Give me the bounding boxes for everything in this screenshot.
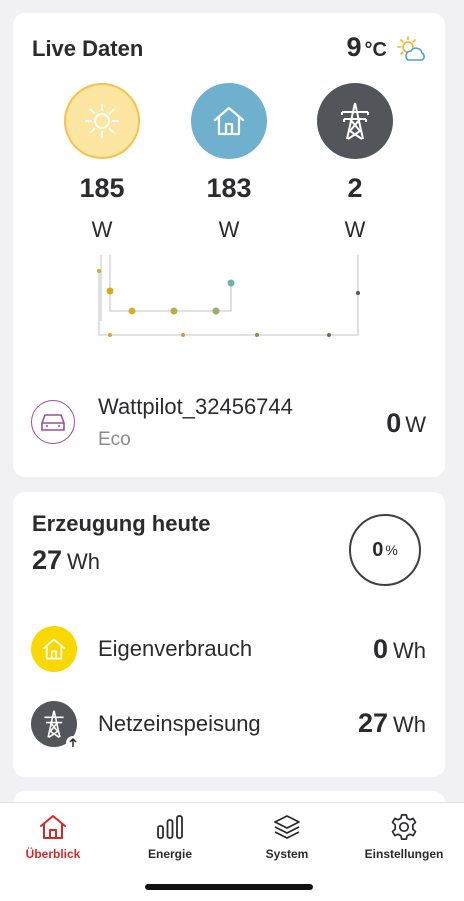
live-data-title: Live Daten — [32, 36, 144, 61]
live-data-card: Live Daten 9 °C 185 W 183 W 2 W Wattpilo… — [13, 13, 445, 477]
temperature-value: 9 — [346, 32, 362, 62]
temperature-readout: 9 °C — [347, 32, 387, 63]
flow-dot — [106, 287, 114, 295]
wattpilot-power: 0W — [386, 408, 426, 439]
nav-settings[interactable]: Einstellungen — [346, 813, 462, 861]
nav-settings-label: Einstellungen — [364, 847, 444, 861]
grid-feed-in-number: 27 — [357, 708, 388, 738]
production-total: 27 Wh — [32, 545, 100, 576]
nav-energy[interactable]: Energie — [112, 813, 228, 861]
self-consumption-label: Eigenverbrauch — [98, 636, 253, 661]
production-total-value: 27 — [32, 545, 63, 575]
bar-chart-icon — [157, 815, 183, 839]
grid-power-value: 2 — [347, 173, 363, 203]
production-title: Erzeugung heute — [32, 511, 211, 536]
nav-system[interactable]: System — [229, 813, 345, 861]
grid-feed-in-label: Netzeinspeisung — [98, 711, 261, 736]
self-consumption-value: 0 Wh — [373, 634, 426, 665]
home-consumption-circle[interactable] — [191, 83, 267, 159]
flow-dot — [212, 307, 220, 315]
self-consumption-unit: Wh — [393, 638, 426, 663]
grid-circle[interactable] — [317, 83, 393, 159]
flow-dot — [97, 269, 101, 273]
self-consumption-percent-ring: 0% — [349, 514, 421, 586]
gear-icon — [391, 814, 417, 840]
layers-icon — [274, 815, 300, 839]
nav-overview[interactable]: Überblick — [0, 813, 111, 861]
wattpilot-name[interactable]: Wattpilot_32456744 — [98, 394, 293, 420]
wattpilot-power-value: 0 — [386, 408, 402, 438]
temperature-unit: °C — [364, 39, 387, 61]
house-icon — [31, 626, 77, 672]
power-pylon-icon — [31, 701, 80, 750]
sun-icon — [85, 104, 119, 138]
flow-dot — [108, 333, 112, 337]
flow-dot — [227, 279, 235, 287]
flow-dot — [255, 333, 259, 337]
flow-dot — [181, 333, 185, 337]
production-total-unit: Wh — [67, 549, 101, 574]
arrow-up-icon — [66, 736, 80, 750]
pv-power-unit: W — [91, 217, 113, 242]
pv-power-value: 185 — [79, 173, 125, 203]
grid-power-unit: W — [344, 217, 366, 242]
power-pylon-icon — [341, 102, 369, 140]
home-power-value: 183 — [206, 173, 252, 203]
nav-energy-label: Energie — [147, 847, 192, 861]
home-indicator[interactable] — [145, 884, 313, 890]
partly-sunny-icon — [397, 36, 425, 61]
flow-dot — [170, 307, 178, 315]
home-power-unit: W — [218, 217, 240, 242]
flow-dot — [128, 307, 136, 315]
flow-dot — [356, 291, 360, 295]
car-icon[interactable] — [31, 400, 75, 444]
percent-unit: % — [385, 542, 398, 558]
house-icon — [213, 106, 245, 136]
self-consumption-number: 0 — [372, 634, 388, 664]
nav-system-label: System — [265, 847, 309, 861]
grid-feed-in-value: 27 Wh — [358, 708, 426, 739]
nav-overview-label: Überblick — [25, 847, 81, 861]
energy-flow-diagram — [97, 255, 360, 337]
pv-production-circle[interactable] — [64, 83, 140, 159]
house-icon — [40, 815, 66, 839]
percent-value: 0 — [372, 538, 384, 561]
wattpilot-mode: Eco — [98, 429, 131, 450]
wattpilot-power-unit: W — [405, 412, 426, 437]
production-today-card[interactable]: Erzeugung heute 27 Wh 0% Eigenverbrauch 0… — [13, 492, 445, 777]
grid-feed-in-unit: Wh — [393, 712, 426, 737]
flow-dot — [327, 333, 331, 337]
